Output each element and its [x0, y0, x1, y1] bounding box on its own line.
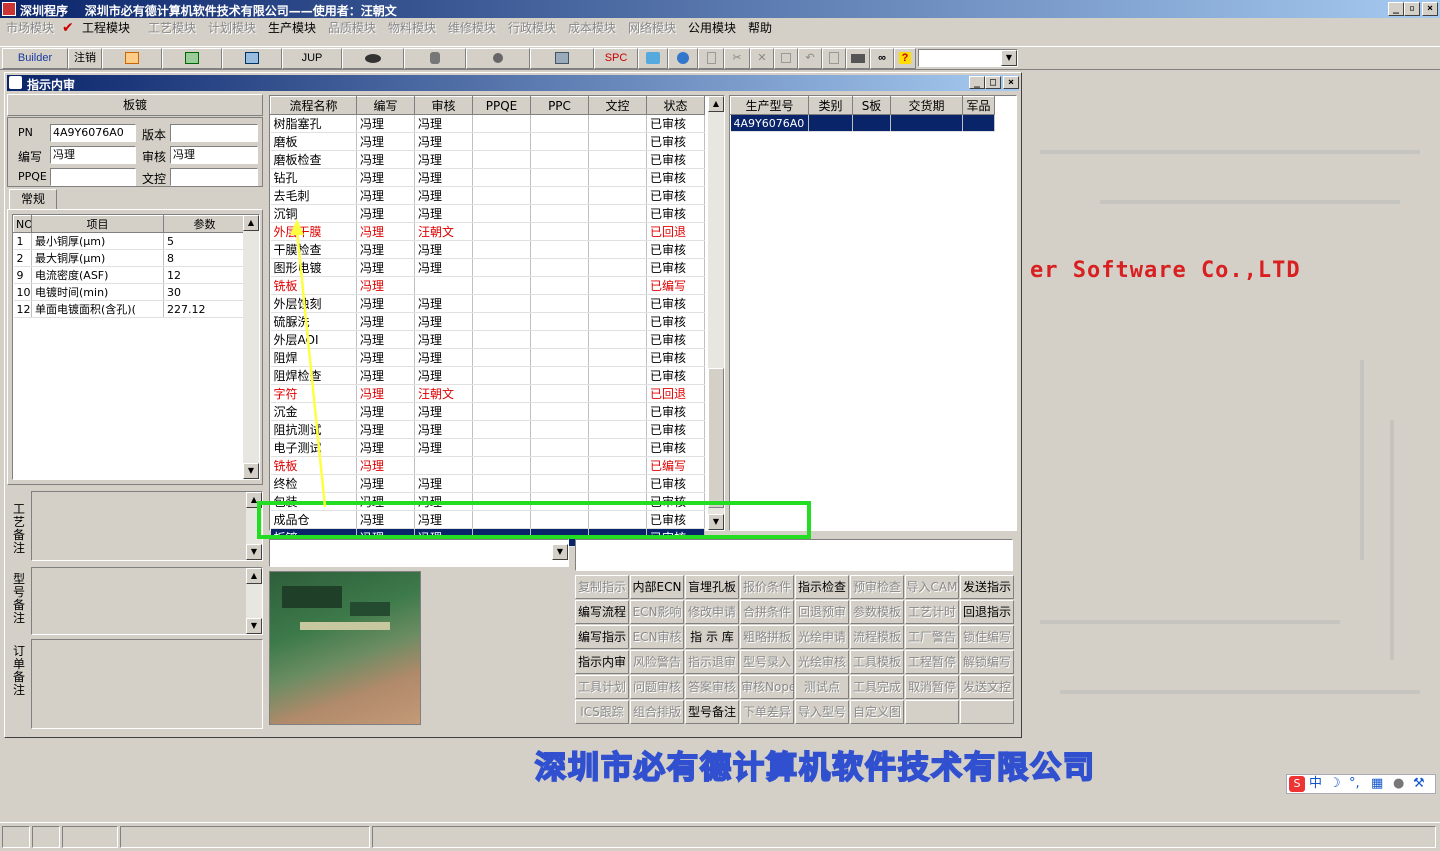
menu-production[interactable]: 生产模块: [268, 19, 316, 37]
refresh-button[interactable]: [638, 48, 668, 69]
menu-engineering[interactable]: 工程模块: [82, 19, 130, 37]
toolbar: Builder 注销 JUP SPC ✂ ✕ ↶ ∞ ? ▼: [0, 46, 1440, 70]
word-icon: [245, 52, 259, 65]
chevron-down-icon[interactable]: ▼: [1001, 50, 1017, 66]
menu-common[interactable]: 公用模块: [688, 19, 736, 37]
cut-button[interactable]: ✂: [724, 48, 750, 69]
globe-button[interactable]: [668, 48, 698, 69]
new-doc-icon: [706, 52, 716, 65]
user-icon[interactable]: ●: [1393, 775, 1404, 793]
toolbar-combo[interactable]: ▼: [918, 49, 1018, 67]
delete-icon: ✕: [757, 52, 767, 64]
menu-market[interactable]: 市场模块: [6, 19, 54, 37]
menu-maintenance[interactable]: 维修模块: [448, 19, 496, 37]
undo-icon: ↶: [805, 52, 815, 64]
restore-button[interactable]: ▫: [1404, 2, 1420, 16]
ime-mode-label[interactable]: 中: [1309, 775, 1322, 793]
circuit-trace: [1360, 360, 1364, 560]
save-icon: [781, 53, 791, 64]
menu-cost[interactable]: 成本模块: [568, 19, 616, 37]
status-cell: [120, 826, 370, 848]
circuit-trace: [1390, 420, 1394, 660]
find-button[interactable]: ∞: [870, 48, 894, 69]
computer-icon: [555, 52, 569, 65]
undo-button[interactable]: ↶: [798, 48, 822, 69]
status-cell: [32, 826, 60, 848]
eye-icon: [365, 53, 381, 63]
circuit-trace: [1100, 200, 1400, 204]
status-bar: [0, 822, 1440, 851]
report-button[interactable]: [102, 48, 162, 69]
computer-button[interactable]: [530, 48, 594, 69]
menu-plan[interactable]: 计划模块: [208, 19, 256, 37]
punctuation-icon[interactable]: °,: [1349, 775, 1360, 793]
printer-icon: [851, 53, 865, 63]
preview-button[interactable]: [822, 48, 846, 69]
menu-quality[interactable]: 品质模块: [328, 19, 376, 37]
status-cell: [2, 826, 30, 848]
menu-help[interactable]: 帮助: [748, 19, 772, 37]
review-window: 指示内审 _ □ × 板镀 PN 4A9Y6076A0 版本 编写 冯理 审核 …: [4, 72, 1022, 738]
word-button[interactable]: [222, 48, 282, 69]
sogou-icon: S: [1289, 776, 1305, 792]
circuit-trace: [1040, 150, 1420, 154]
report-icon: [125, 52, 139, 65]
help-icon: ?: [898, 52, 912, 64]
keyboard-icon[interactable]: ▦: [1371, 775, 1383, 793]
database-icon: [430, 52, 440, 65]
excel-icon: [185, 52, 199, 65]
close-button[interactable]: ×: [1422, 2, 1438, 16]
globe-icon: [677, 52, 689, 65]
menu-network[interactable]: 网络模块: [628, 19, 676, 37]
checkmark-icon: ✔: [62, 20, 74, 36]
background-software-text: er Software Co.,LTD: [1030, 258, 1301, 283]
circuit-trace: [1040, 620, 1340, 624]
status-cell: [62, 826, 118, 848]
background-company-text: 深圳市必有德计算机软件技术有限公司: [534, 749, 1096, 787]
excel-button[interactable]: [162, 48, 222, 69]
tools-button[interactable]: [466, 48, 530, 69]
menu-process[interactable]: 工艺模块: [148, 19, 196, 37]
gears-icon: [493, 53, 503, 64]
app-icon: [2, 2, 16, 16]
status-cell: [372, 826, 1436, 848]
menu-bar: 市场模块 ✔ 工程模块 工艺模块 计划模块 生产模块 品质模块 物料模块 维修模…: [0, 18, 1440, 38]
new-button[interactable]: [698, 48, 724, 69]
minimize-button[interactable]: _: [1388, 2, 1404, 16]
binoculars-icon: ∞: [878, 52, 886, 64]
help-button[interactable]: ?: [894, 48, 916, 69]
app-title-bar: 深圳程序 深圳市必有德计算机软件技术有限公司——使用者：汪朝文 _ ▫ ×: [0, 0, 1440, 18]
circuit-trace: [1060, 690, 1420, 694]
scissors-icon: ✂: [732, 52, 742, 64]
view-button[interactable]: [342, 48, 404, 69]
menu-admin[interactable]: 行政模块: [508, 19, 556, 37]
menu-material[interactable]: 物料模块: [388, 19, 436, 37]
wrench-icon[interactable]: ⚒: [1413, 775, 1425, 793]
app-title: 深圳程序 深圳市必有德计算机软件技术有限公司——使用者：汪朝文: [20, 4, 397, 18]
delete-button[interactable]: ✕: [750, 48, 774, 69]
save-button[interactable]: [774, 48, 798, 69]
annotation-arrow: [290, 219, 327, 508]
refresh-icon: [646, 52, 660, 65]
logout-button[interactable]: 注销: [68, 48, 102, 69]
spc-button[interactable]: SPC: [594, 48, 638, 69]
moon-icon[interactable]: ☽: [1329, 775, 1341, 793]
print-button[interactable]: [846, 48, 870, 69]
builder-button[interactable]: Builder: [2, 48, 68, 69]
ime-toolbar[interactable]: S 中 ☽ °, ▦ ● ⚒: [1286, 774, 1436, 794]
preview-icon: [829, 52, 839, 65]
database-button[interactable]: [404, 48, 466, 69]
jup-button[interactable]: JUP: [282, 48, 342, 69]
